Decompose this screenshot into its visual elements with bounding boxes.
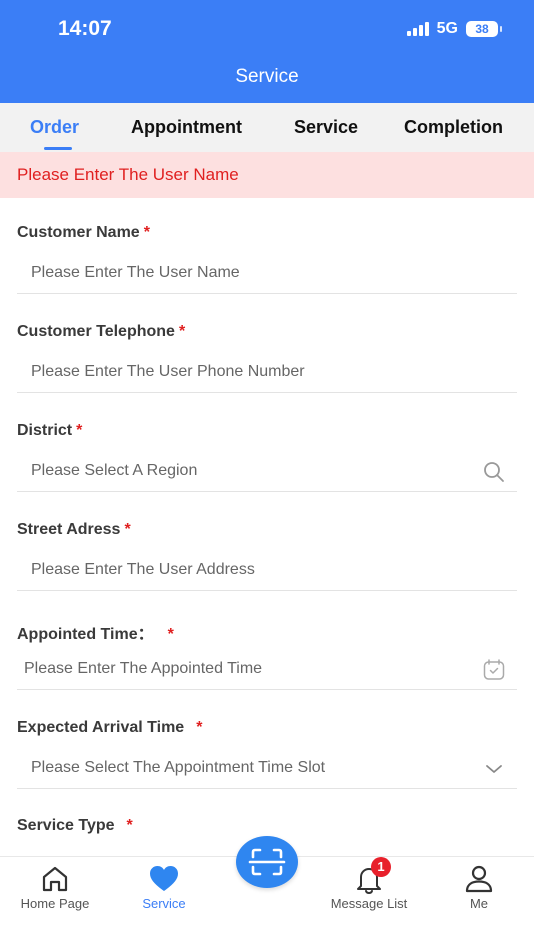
validation-alert: Please Enter The User Name	[0, 152, 534, 198]
customer-telephone-input[interactable]: Please Enter The User Phone Number	[31, 363, 305, 381]
active-tab-indicator	[44, 147, 72, 150]
required-mark: *	[124, 521, 131, 538]
arrival-time-select[interactable]: Please Select The Appointment Time Slot	[31, 759, 325, 777]
user-icon	[465, 865, 493, 893]
divider	[17, 392, 517, 393]
customer-telephone-field: Customer Telephone * Please Enter The Use…	[0, 297, 534, 396]
battery-icon: 38	[466, 21, 502, 37]
search-icon[interactable]	[482, 460, 506, 484]
tab-completion[interactable]: Completion	[404, 117, 503, 138]
scan-button[interactable]	[236, 836, 298, 888]
customer-name-field: Customer Name * Please Enter The User Nam…	[0, 198, 534, 297]
page-title: Service	[235, 66, 299, 87]
field-label: Expected Arrival Time	[17, 719, 185, 736]
field-label: District	[17, 422, 73, 439]
nav-me[interactable]: Me	[429, 863, 529, 911]
required-mark: *	[167, 626, 174, 643]
nav-label: Me	[469, 896, 489, 911]
district-select[interactable]: Please Select A Region	[31, 462, 197, 480]
appointed-time-input[interactable]: Please Enter The Appointed Time	[24, 660, 262, 678]
signal-icon	[406, 22, 429, 36]
required-mark: *	[196, 719, 203, 736]
field-label: Appointed Time：	[17, 626, 154, 643]
required-mark: *	[76, 422, 83, 439]
required-mark: *	[126, 817, 133, 834]
divider	[17, 491, 517, 492]
nav-label: Service	[142, 896, 186, 911]
tab-bar: Order Appointment Service Completion	[0, 103, 534, 152]
nav-service[interactable]: Service	[114, 863, 214, 911]
divider	[17, 590, 517, 591]
required-mark: *	[178, 323, 186, 340]
field-label: Customer Telephone	[17, 323, 175, 340]
nav-label: Message List	[330, 896, 408, 911]
divider	[17, 293, 517, 294]
field-label: Customer Name	[17, 224, 140, 241]
tab-service[interactable]: Service	[294, 117, 358, 138]
network-type: 5G	[436, 20, 458, 37]
status-time: 14:07	[58, 17, 112, 40]
street-address-field: Street Adress * Please Enter The User Add…	[0, 495, 534, 594]
nav-message-list[interactable]: 1 Message List	[319, 857, 419, 911]
nav-label: Home Page	[20, 896, 90, 911]
nav-home[interactable]: Home Page	[5, 863, 105, 911]
field-label: Service Type	[17, 817, 115, 834]
home-icon	[42, 866, 68, 892]
required-mark: *	[143, 224, 150, 241]
divider	[17, 689, 517, 690]
heart-icon	[150, 866, 178, 891]
app-header: 14:07 5G 38 Service	[0, 0, 534, 103]
calendar-icon[interactable]	[482, 658, 506, 682]
field-label: Street Adress	[17, 521, 121, 538]
expected-arrival-time-field: Expected Arrival Time * Please Select The…	[0, 693, 534, 792]
scan-icon	[248, 848, 286, 876]
tab-appointment[interactable]: Appointment	[131, 117, 242, 138]
street-address-input[interactable]: Please Enter The User Address	[31, 561, 255, 579]
appointed-time-field: Appointed Time： * Please Enter The Appoin…	[0, 594, 534, 693]
divider	[17, 788, 517, 789]
tab-order[interactable]: Order	[30, 117, 79, 138]
district-field: District * Please Select A Region	[0, 396, 534, 495]
customer-name-input[interactable]: Please Enter The User Name	[31, 264, 240, 282]
chevron-down-icon[interactable]	[482, 757, 506, 781]
unread-badge: 1	[371, 857, 391, 877]
status-indicators: 5G 38	[406, 20, 502, 38]
